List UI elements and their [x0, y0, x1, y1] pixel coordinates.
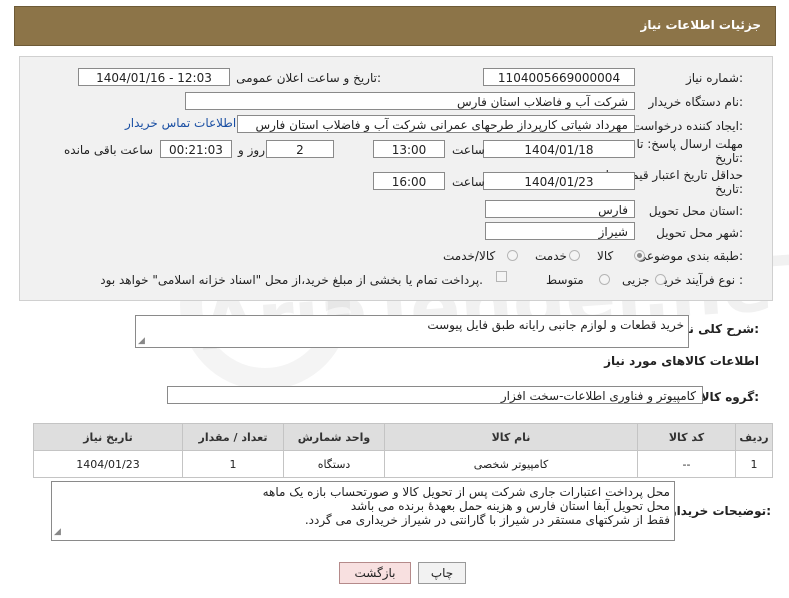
summary-text: خرید قطعات و لوازم جانبی رایانه طبق فایل… [427, 318, 684, 332]
need-number-label: شماره نیاز: [685, 71, 743, 85]
treasury-payment-checkbox[interactable] [496, 271, 507, 282]
items-table: ردیف کد کالا نام کالا واحد شمارش تعداد /… [33, 423, 773, 478]
category-service-label: خدمت [535, 249, 567, 263]
need-number-field[interactable]: 1104005669000004 [483, 68, 635, 86]
days-field[interactable]: 2 [266, 140, 334, 158]
buyer-note-line: فقط از شرکتهای مستقر در شیراز با گارانتی… [304, 513, 670, 527]
category-service-radio[interactable] [569, 250, 580, 261]
buyer-note-line: محل پرداخت اعتبارات جاری شرکت پس از تحوی… [262, 485, 670, 499]
category-goods-service-label: کالا/خدمت [443, 249, 496, 263]
purchase-minor-label: جزیی [622, 273, 650, 287]
price-validity-time-label: ساعت [452, 175, 485, 189]
treasury-payment-note: پرداخت تمام یا بخشی از مبلغ خرید،از محل … [100, 273, 483, 287]
category-goods-label: کالا [597, 249, 614, 263]
buyer-contact-link[interactable]: اطلاعات تماس خریدار [125, 116, 236, 130]
back-button[interactable]: بازگشت [339, 562, 411, 584]
table-row[interactable]: 1 -- کامپیوتر شخصی دستگاه 1 1404/01/23 [33, 450, 773, 478]
purchase-medium-label: متوسط [546, 273, 584, 287]
buyer-notes-textarea[interactable]: محل پرداخت اعتبارات جاری شرکت پس از تحوی… [51, 481, 675, 541]
announce-date-field[interactable]: 1404/01/16 - 12:03 [78, 68, 230, 86]
reply-time-field[interactable]: 13:00 [373, 140, 445, 158]
summary-textarea[interactable]: خرید قطعات و لوازم جانبی رایانه طبق فایل… [135, 315, 689, 348]
resize-grip-icon[interactable]: ◢ [138, 336, 145, 346]
table-header-row: ردیف کد کالا نام کالا واحد شمارش تعداد /… [33, 423, 773, 451]
price-validity-date-field[interactable]: 1404/01/23 [483, 172, 635, 190]
announce-date-label: تاریخ و ساعت اعلان عمومی: [236, 71, 381, 85]
page-title: جزئیات اطلاعات نیاز [640, 18, 761, 32]
buyer-note-line: محل تحویل آبفا استان فارس و هزینه حمل بع… [350, 499, 670, 513]
header-row-number: ردیف [735, 423, 773, 451]
creator-field[interactable]: مهرداد شیاتی کارپرداز طرحهای عمرانی شرکت… [237, 115, 635, 133]
goods-info-title: اطلاعات کالاهای مورد نیاز [604, 354, 759, 368]
header-unit: واحد شمارش [283, 423, 385, 451]
province-label: استان محل تحویل: [648, 204, 743, 218]
city-field[interactable]: شیراز [485, 222, 635, 240]
cell-item-name: کامپیوتر شخصی [384, 450, 638, 478]
print-button[interactable]: چاپ [418, 562, 466, 584]
purchase-type-label: نوع فرآیند خرید : [658, 273, 743, 287]
days-label: روز و [238, 143, 265, 157]
category-goods-radio[interactable] [634, 250, 645, 261]
cell-quantity: 1 [182, 450, 284, 478]
buyer-org-label: نام دستگاه خریدار: [648, 95, 744, 109]
reply-time-label: ساعت [452, 143, 485, 157]
header-item-code: کد کالا [637, 423, 736, 451]
cell-row-number: 1 [735, 450, 773, 478]
cell-need-date: 1404/01/23 [33, 450, 183, 478]
price-validity-time-field[interactable]: 16:00 [373, 172, 445, 190]
header-item-name: نام کالا [384, 423, 638, 451]
remaining-time-label: ساعت باقی مانده [64, 143, 154, 157]
header-quantity: تعداد / مقدار [182, 423, 284, 451]
creator-label: ایجاد کننده درخواست: [632, 119, 743, 133]
purchase-medium-radio[interactable] [599, 274, 610, 285]
purchase-minor-radio[interactable] [655, 274, 666, 285]
resize-grip-icon[interactable]: ◢ [54, 525, 61, 539]
category-goods-service-radio[interactable] [507, 250, 518, 261]
remaining-time-field[interactable]: 00:21:03 [160, 140, 232, 158]
city-label: شهر محل تحویل: [656, 226, 743, 240]
cell-unit: دستگاه [283, 450, 385, 478]
reply-date-field[interactable]: 1404/01/18 [483, 140, 635, 158]
reply-deadline-label: مهلت ارسال پاسخ: تا تاریخ: [636, 137, 743, 165]
header-need-date: تاریخ نیاز [33, 423, 183, 451]
goods-group-field[interactable]: کامپیوتر و فناوری اطلاعات-سخت افزار [167, 386, 703, 404]
cell-item-code: -- [637, 450, 736, 478]
buyer-notes-label: توضیحات خریدار: [669, 504, 771, 518]
category-label: طبقه بندی موضوعی: [636, 249, 743, 263]
buyer-org-field[interactable]: شرکت آب و فاضلاب استان فارس [185, 92, 635, 110]
goods-group-label: گروه کالا: [700, 390, 759, 404]
province-field[interactable]: فارس [485, 200, 635, 218]
page-header: جزئیات اطلاعات نیاز [14, 6, 776, 46]
